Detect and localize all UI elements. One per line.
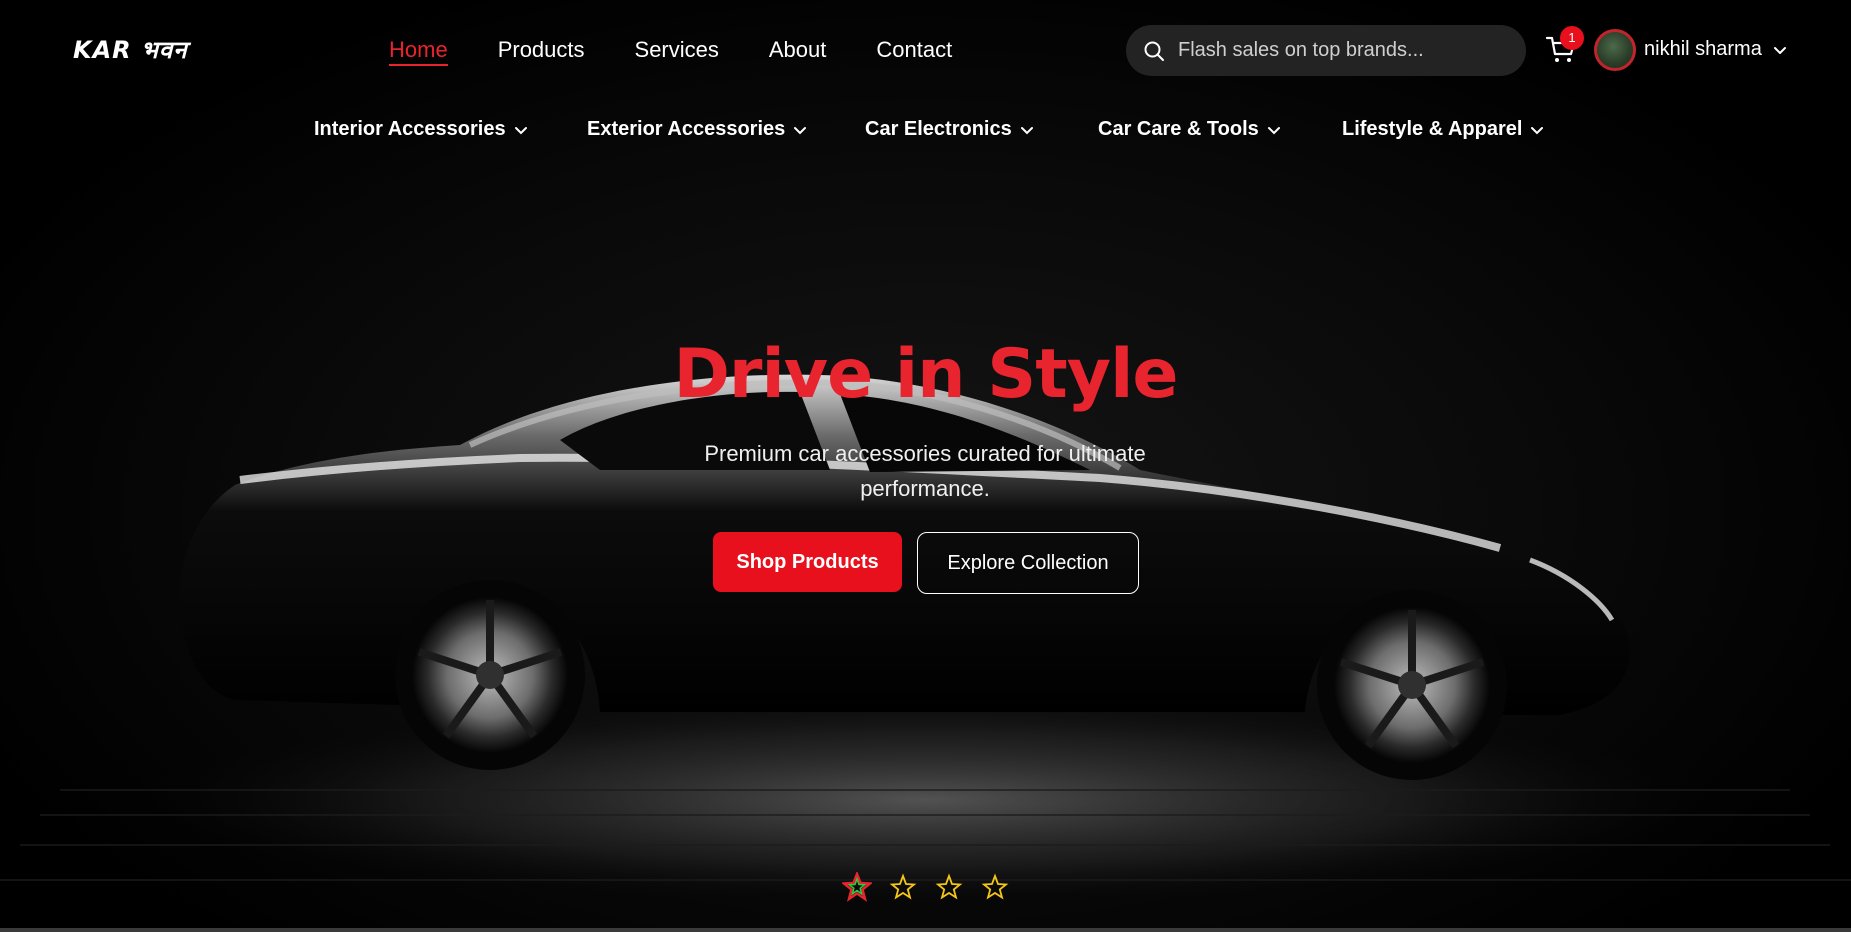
hero-title: Drive in Style [673,335,1178,414]
explore-collection-button[interactable]: Explore Collection [917,532,1139,594]
search-bar[interactable] [1126,25,1526,76]
front-wheel [1317,590,1507,780]
avatar[interactable] [1594,29,1636,71]
cart-count-badge: 1 [1560,26,1584,50]
nav-link-services[interactable]: Services [635,36,719,66]
chevron-down-icon [794,126,807,134]
category-lifestyle-apparel[interactable]: Lifestyle & Apparel [1342,118,1544,141]
brand-logo[interactable]: KAR भवन [73,33,188,66]
category-car-electronics[interactable]: Car Electronics [865,118,1034,141]
category-nav: Interior Accessories Exterior Accessorie… [0,118,1851,148]
top-navigation-bar: KAR भवन Home Products Services About Con… [0,0,1851,100]
slide-indicator-star-icon[interactable] [934,872,964,902]
chevron-down-icon [1531,126,1544,134]
category-exterior-accessories[interactable]: Exterior Accessories [587,118,807,141]
category-interior-accessories[interactable]: Interior Accessories [314,118,528,141]
nav-link-home[interactable]: Home [389,36,448,66]
search-input[interactable] [1178,39,1498,62]
carousel-indicators [842,872,1010,902]
category-label: Lifestyle & Apparel [1342,118,1523,140]
category-label: Interior Accessories [314,118,506,140]
nav-link-products[interactable]: Products [498,36,585,66]
slide-indicator-star-icon[interactable] [888,872,918,902]
chevron-down-icon [1020,126,1033,134]
main-nav: Home Products Services About Contact [389,36,1002,66]
search-icon [1144,41,1164,61]
slide-indicator-star-icon[interactable] [980,872,1010,902]
category-car-care-tools[interactable]: Car Care & Tools [1098,118,1281,141]
nav-link-contact[interactable]: Contact [876,36,952,66]
hero-subtitle: Premium car accessories curated for ulti… [704,441,1146,501]
user-name[interactable]: nikhil sharma [1644,38,1762,61]
chevron-down-icon [1267,126,1280,134]
category-label: Car Electronics [865,118,1012,140]
bottom-scroll-edge [0,928,1851,932]
category-label: Car Care & Tools [1098,118,1259,140]
chevron-down-icon [514,126,527,134]
nav-link-about[interactable]: About [769,36,827,66]
chevron-down-icon[interactable] [1772,42,1788,58]
slide-indicator-active-star-icon[interactable] [842,872,872,902]
shop-products-button[interactable]: Shop Products [713,532,902,592]
rear-wheel [395,580,585,770]
category-label: Exterior Accessories [587,118,786,140]
